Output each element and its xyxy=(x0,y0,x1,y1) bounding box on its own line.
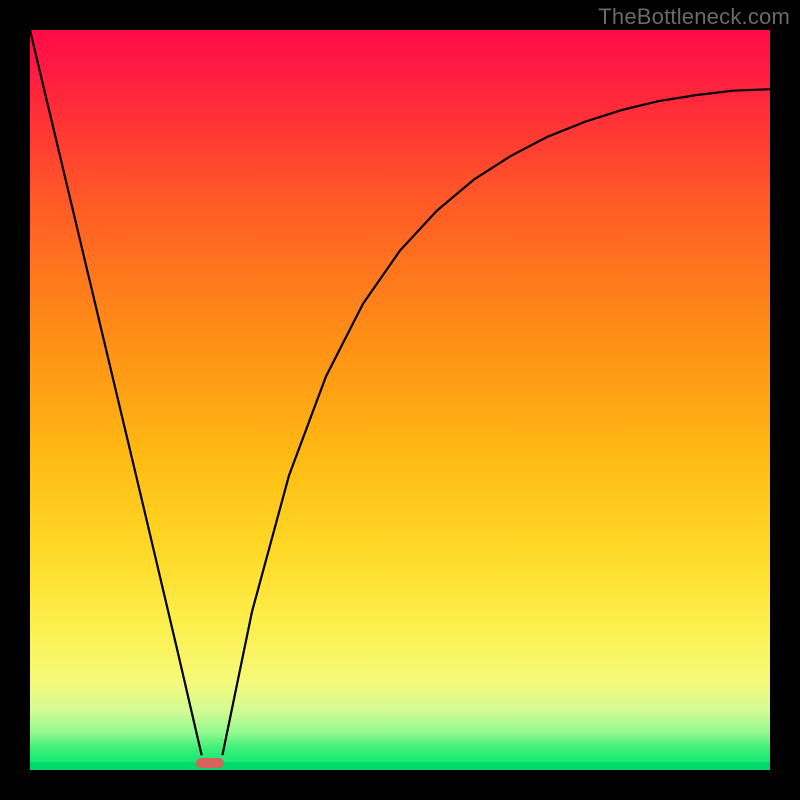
curve-right-branch xyxy=(222,89,770,755)
curve-left-branch xyxy=(30,30,202,755)
bottleneck-curve-svg xyxy=(30,30,770,770)
watermark-text: TheBottleneck.com xyxy=(598,4,790,30)
plot-area xyxy=(30,30,770,770)
optimum-marker xyxy=(196,758,224,768)
chart-frame: TheBottleneck.com xyxy=(0,0,800,800)
